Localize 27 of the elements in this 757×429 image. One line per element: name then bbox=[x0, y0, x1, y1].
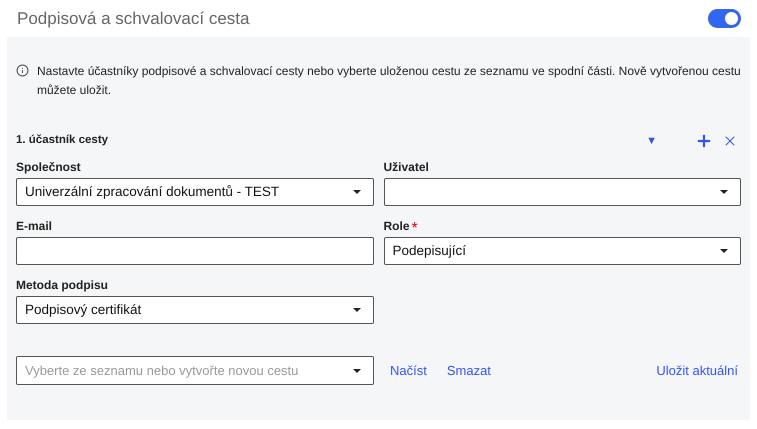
action-link[interactable]: Načíst bbox=[390, 360, 427, 380]
caret-icon bbox=[352, 190, 360, 194]
select-field[interactable]: Podpisový certifikát bbox=[16, 296, 374, 324]
select-field[interactable]: Podepisující bbox=[384, 237, 741, 265]
field-label: Metoda podpisu bbox=[16, 277, 108, 294]
required-mark: * bbox=[412, 219, 418, 239]
caret-icon bbox=[720, 190, 728, 194]
collapse-toggle[interactable]: ▼ bbox=[646, 132, 657, 150]
save-link[interactable]: Uložit aktuální bbox=[656, 360, 738, 380]
section-title: Podpisová a schvalovací cesta bbox=[17, 8, 250, 30]
caret-icon bbox=[353, 368, 361, 372]
field-label: E-mail bbox=[16, 218, 52, 235]
input-field[interactable] bbox=[16, 237, 374, 265]
action-link[interactable]: Smazat bbox=[446, 360, 491, 380]
info-text: Nastavte účastníky podpisové a schvalovací cesty nebo vyberte uloženou cestu ze seznamu ve spodní části. Nově vytvořenou cestu můžete uložit. bbox=[37, 63, 741, 99]
caret-icon bbox=[720, 249, 728, 253]
add-icon[interactable] bbox=[695, 132, 713, 150]
field-label: Role bbox=[384, 218, 410, 235]
toggle-switch[interactable] bbox=[708, 9, 741, 28]
field-label: Uživatel bbox=[384, 159, 429, 176]
caret-icon bbox=[352, 308, 360, 312]
select-field[interactable]: Univerzální zpracování dokumentů - TEST bbox=[16, 178, 374, 206]
participant-title: 1. účastník cesty bbox=[16, 133, 110, 148]
route-select[interactable]: Vyberte ze seznamu nebo vytvořte novou cestu bbox=[16, 356, 374, 385]
field-label: Společnost bbox=[16, 159, 81, 176]
info-icon bbox=[16, 64, 29, 77]
select-field[interactable] bbox=[384, 178, 741, 206]
